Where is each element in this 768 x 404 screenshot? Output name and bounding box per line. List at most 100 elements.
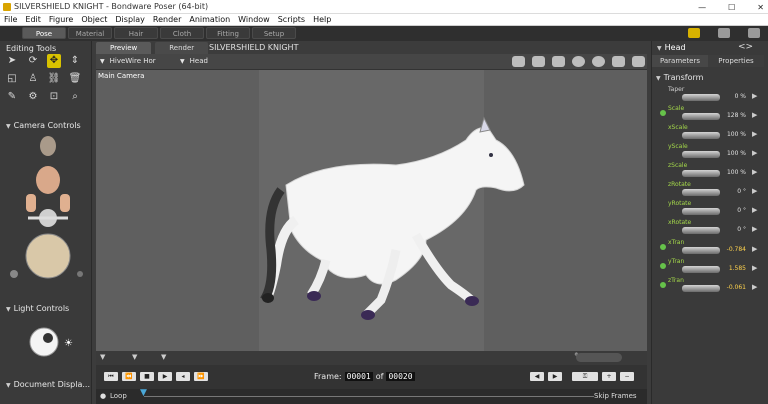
param-yrotate[interactable]: yRotate 0 ° ▶ (660, 200, 760, 218)
param-ytran[interactable]: yTran 1.585 ▶ (660, 258, 760, 276)
param-arrow-icon[interactable]: ▶ (752, 206, 757, 214)
menu-scripts[interactable]: Scripts (274, 15, 309, 24)
menu-file[interactable]: File (0, 15, 21, 24)
param-arrow-icon[interactable]: ▶ (752, 111, 757, 119)
horse-figure[interactable] (96, 70, 647, 351)
param-dial[interactable] (682, 247, 720, 254)
param-value[interactable]: -0.784 (724, 246, 746, 253)
param-dial[interactable] (682, 266, 720, 273)
room-tab-setup[interactable]: Setup (252, 27, 296, 39)
light-trackball-widget[interactable]: ☀ (28, 324, 78, 360)
3d-viewport[interactable]: Main Camera (96, 70, 647, 351)
menu-animation[interactable]: Animation (185, 15, 234, 24)
param-arrow-icon[interactable]: ▶ (752, 245, 757, 253)
ground-toggle-icon[interactable]: ▼ (100, 353, 105, 361)
timeline-bar[interactable]: ● Loop ▼ Skip Frames (96, 388, 647, 404)
menu-window[interactable]: Window (234, 15, 274, 24)
display-color-swatches[interactable] (576, 353, 622, 362)
param-scale[interactable]: Scale 128 % ▶ (660, 105, 760, 123)
param-arrow-icon[interactable]: ▶ (752, 149, 757, 157)
translate-tool-icon[interactable]: ✥ (47, 54, 61, 68)
step-back-button[interactable]: ◂ (176, 372, 190, 381)
color-picker-icon[interactable]: ✎ (5, 90, 19, 104)
editing-tools-header[interactable]: Editing Tools (0, 43, 92, 54)
chain-break-icon[interactable]: ⛓ (47, 72, 61, 86)
param-dial[interactable] (682, 285, 720, 292)
param-zrotate[interactable]: zRotate 0 ° ▶ (660, 181, 760, 199)
taper-tool-icon[interactable]: ♙ (26, 72, 40, 86)
param-value[interactable]: 0 ° (724, 226, 746, 233)
grouping-tool-icon[interactable]: ⚙ (26, 90, 40, 104)
param-dial[interactable] (682, 113, 720, 120)
param-value[interactable]: 0 ° (724, 207, 746, 214)
video-camera-icon[interactable] (632, 56, 645, 67)
view-magnifier-icon[interactable]: ⌕ (68, 90, 82, 104)
next-keyframe-button[interactable]: ⏩ (194, 372, 208, 381)
chat-icon[interactable] (718, 28, 730, 38)
param-dial[interactable] (682, 189, 720, 196)
param-value[interactable]: 0 ° (724, 188, 746, 195)
param-arrow-icon[interactable]: ▶ (752, 130, 757, 138)
tab-properties[interactable]: Properties (708, 55, 764, 67)
figure-select-dropdown[interactable]: ▼ HiveWire Hor (100, 57, 156, 65)
param-value[interactable]: 1.585 (724, 265, 746, 272)
camera-controls-header[interactable]: ▼ Camera Controls (0, 120, 92, 131)
menu-display[interactable]: Display (111, 15, 149, 24)
param-xscale[interactable]: xScale 100 % ▶ (660, 124, 760, 142)
total-frames-input[interactable]: 00020 (386, 372, 415, 381)
param-zscale[interactable]: zScale 100 % ▶ (660, 162, 760, 180)
library-icon[interactable] (748, 28, 760, 38)
room-tab-fitting[interactable]: Fitting (206, 27, 250, 39)
param-dial[interactable] (682, 94, 720, 101)
param-value[interactable]: 100 % (724, 131, 746, 138)
key-icon[interactable]: ⚿ (572, 372, 598, 381)
loop-toggle-icon[interactable]: ● (100, 392, 106, 400)
close-button[interactable]: ✕ (757, 3, 764, 12)
translate-in-out-icon[interactable]: ⇕ (68, 54, 82, 68)
rotate-tool-icon[interactable]: ⟳ (26, 54, 40, 68)
direct-manipulation-icon[interactable]: ⊡ (47, 90, 61, 104)
menu-help[interactable]: Help (309, 15, 335, 24)
param-value[interactable]: 100 % (724, 169, 746, 176)
param-value[interactable]: 100 % (724, 150, 746, 157)
transform-group-header[interactable]: ▼ Transform (656, 73, 703, 82)
remove-keyframe-button[interactable]: − (620, 372, 634, 381)
maximize-button[interactable]: ☐ (728, 3, 735, 12)
param-dial[interactable] (682, 151, 720, 158)
param-dial[interactable] (682, 170, 720, 177)
room-tab-material[interactable]: Material (68, 27, 112, 39)
light-controls-header[interactable]: ▼ Light Controls (0, 303, 92, 314)
lights-toggle-icon[interactable]: ▼ (161, 353, 166, 361)
param-value[interactable]: 0 % (724, 93, 746, 100)
room-tab-cloth[interactable]: Cloth (160, 27, 204, 39)
display-style-icon[interactable] (572, 56, 585, 67)
comic-style-icon[interactable] (592, 56, 605, 67)
document-display-header[interactable]: ▼ Document Displa... (0, 379, 92, 390)
menu-render[interactable]: Render (149, 15, 185, 24)
first-frame-button[interactable]: ⏮ (104, 372, 118, 381)
play-button[interactable]: ▶ (158, 372, 172, 381)
param-value[interactable]: 128 % (724, 112, 746, 119)
camera-icon[interactable] (512, 56, 525, 67)
tab-preview[interactable]: Preview (96, 42, 152, 54)
param-xrotate[interactable]: xRotate 0 ° ▶ (660, 219, 760, 237)
stop-button[interactable]: ■ (140, 372, 154, 381)
param-arrow-icon[interactable]: ▶ (752, 92, 757, 100)
notification-icon[interactable] (688, 28, 700, 38)
minimize-button[interactable]: — (698, 3, 706, 12)
render-preview-icon[interactable] (552, 56, 565, 67)
select-tool-icon[interactable]: ➤ (5, 54, 19, 68)
add-keyframe-button[interactable]: + (602, 372, 616, 381)
param-ztran[interactable]: zTran -0.061 ▶ (660, 277, 760, 295)
param-arrow-icon[interactable]: ▶ (752, 187, 757, 195)
shadow-toggle-icon[interactable]: ▼ (132, 353, 137, 361)
param-arrow-icon[interactable]: ▶ (752, 168, 757, 176)
param-xtran[interactable]: xTran -0.784 ▶ (660, 239, 760, 257)
camera-controls-widget[interactable] (8, 134, 86, 284)
menu-object[interactable]: Object (77, 15, 111, 24)
param-arrow-icon[interactable]: ▶ (752, 283, 757, 291)
current-frame-input[interactable]: 00001 (344, 372, 373, 381)
menu-figure[interactable]: Figure (45, 15, 77, 24)
param-yscale[interactable]: yScale 100 % ▶ (660, 143, 760, 161)
param-dial[interactable] (682, 132, 720, 139)
